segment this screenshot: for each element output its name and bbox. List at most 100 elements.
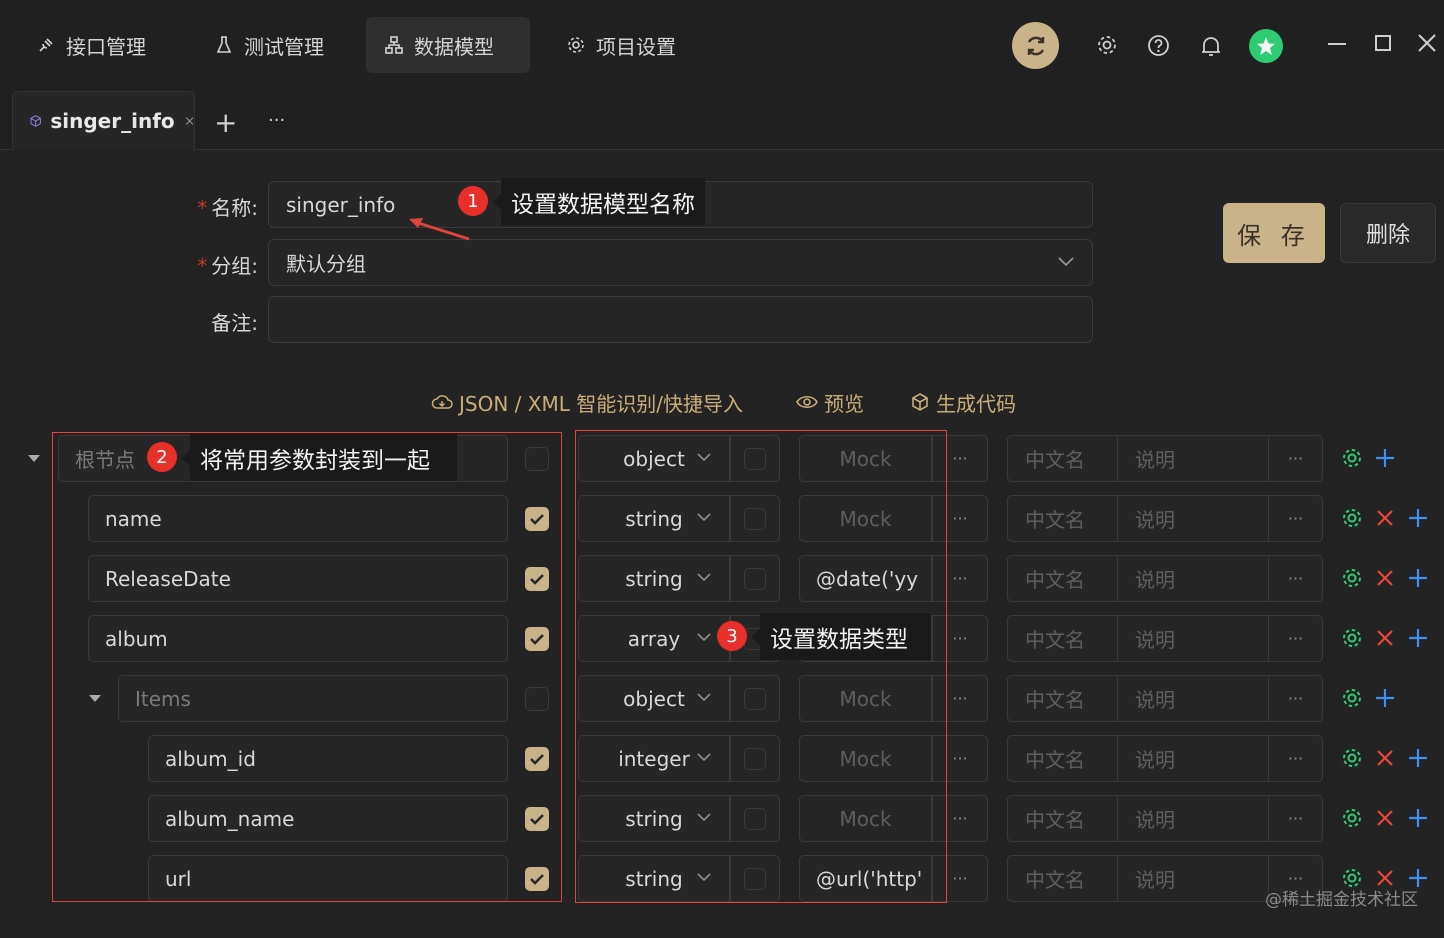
- description-more-button[interactable]: ···: [1268, 675, 1323, 722]
- sync-button[interactable]: [1012, 22, 1059, 69]
- caret-down-icon: [28, 455, 40, 462]
- add-field-icon[interactable]: [1407, 567, 1429, 589]
- add-field-icon[interactable]: [1407, 807, 1429, 829]
- description-placeholder: 说明: [1135, 508, 1175, 532]
- watermark: @稀土掘金技术社区: [1265, 890, 1418, 910]
- delete-field-icon[interactable]: [1374, 807, 1396, 829]
- add-field-icon[interactable]: [1407, 507, 1429, 529]
- cn-name-placeholder: 中文名: [1025, 568, 1085, 592]
- cn-name-input[interactable]: 中文名: [1007, 495, 1118, 542]
- add-field-icon[interactable]: [1407, 627, 1429, 649]
- description-input[interactable]: 说明: [1117, 735, 1269, 782]
- description-input[interactable]: 说明: [1117, 795, 1269, 842]
- more-label: ···: [1287, 449, 1304, 468]
- description-input[interactable]: 说明: [1117, 855, 1269, 902]
- more-label: ···: [952, 509, 968, 528]
- description-more-button[interactable]: ···: [1268, 435, 1323, 482]
- description-placeholder: 说明: [1135, 448, 1175, 472]
- flask-icon: [216, 36, 232, 53]
- description-more-button[interactable]: ···: [1268, 555, 1323, 602]
- required-mark: *: [197, 196, 208, 220]
- minimize-icon[interactable]: [1328, 43, 1346, 45]
- close-icon[interactable]: [185, 114, 194, 128]
- description-more-button[interactable]: ···: [1268, 795, 1323, 842]
- save-button[interactable]: 保 存: [1223, 203, 1325, 263]
- cn-name-placeholder: 中文名: [1025, 508, 1085, 532]
- description-input[interactable]: 说明: [1117, 495, 1269, 542]
- name-label-text: 名称:: [211, 196, 258, 220]
- description-more-button[interactable]: ···: [1268, 735, 1323, 782]
- field-settings-icon[interactable]: [1341, 567, 1363, 589]
- more-label: ···: [952, 689, 968, 708]
- delete-field-icon[interactable]: [1374, 747, 1396, 769]
- expand-toggle[interactable]: [28, 455, 40, 462]
- nav-item-api[interactable]: 接口管理: [18, 17, 164, 73]
- delete-field-icon[interactable]: [1374, 567, 1396, 589]
- nav-item-settings[interactable]: 项目设置: [548, 17, 694, 73]
- description-input[interactable]: 说明: [1117, 615, 1269, 662]
- description-input[interactable]: 说明: [1117, 435, 1269, 482]
- nav-label: 测试管理: [244, 34, 324, 59]
- group-select[interactable]: 默认分组: [268, 239, 1093, 286]
- cloud-import-icon: [431, 395, 453, 409]
- nav-label: 数据模型: [414, 34, 494, 59]
- group-select-value: 默认分组: [286, 252, 366, 276]
- cn-name-input[interactable]: 中文名: [1007, 435, 1118, 482]
- field-settings-icon[interactable]: [1341, 687, 1363, 709]
- tab-singer-info[interactable]: singer_info: [12, 91, 195, 150]
- cn-name-input[interactable]: 中文名: [1007, 675, 1118, 722]
- preview-label: 预览: [824, 391, 864, 416]
- cn-name-input[interactable]: 中文名: [1007, 615, 1118, 662]
- add-tab-button[interactable]: +: [214, 106, 237, 139]
- more-label: ···: [1287, 569, 1304, 588]
- field-settings-icon[interactable]: [1341, 447, 1363, 469]
- add-child-icon[interactable]: [1374, 687, 1396, 709]
- name-label: * 名称:: [188, 192, 258, 221]
- more-label: ···: [952, 869, 968, 888]
- more-label: ···: [952, 449, 968, 468]
- add-field-icon[interactable]: [1407, 747, 1429, 769]
- description-more-button[interactable]: ···: [1268, 495, 1323, 542]
- description-placeholder: 说明: [1135, 868, 1175, 892]
- cn-name-input[interactable]: 中文名: [1007, 795, 1118, 842]
- field-settings-icon[interactable]: [1341, 507, 1363, 529]
- required-mark: *: [197, 254, 208, 278]
- note-input[interactable]: [268, 296, 1093, 343]
- description-more-button[interactable]: ···: [1268, 615, 1323, 662]
- generate-code-button[interactable]: 生成代码: [910, 388, 1016, 416]
- import-label: JSON / XML 智能识别/快捷导入: [459, 391, 743, 416]
- cn-name-placeholder: 中文名: [1025, 628, 1085, 652]
- generate-label: 生成代码: [936, 391, 1016, 416]
- nav-item-test[interactable]: 测试管理: [196, 17, 342, 73]
- cn-name-input[interactable]: 中文名: [1007, 735, 1118, 782]
- description-input[interactable]: 说明: [1117, 675, 1269, 722]
- close-icon[interactable]: [1417, 33, 1437, 57]
- more-label: ···: [952, 629, 968, 648]
- field-settings-icon[interactable]: [1341, 747, 1363, 769]
- tab-more-button[interactable]: ···: [268, 110, 285, 131]
- bell-icon[interactable]: [1198, 33, 1224, 59]
- star-icon: [1257, 37, 1275, 55]
- field-settings-icon[interactable]: [1341, 807, 1363, 829]
- help-icon[interactable]: [1145, 32, 1171, 58]
- delete-field-icon[interactable]: [1374, 507, 1396, 529]
- add-child-icon[interactable]: [1374, 447, 1396, 469]
- description-input[interactable]: 说明: [1117, 555, 1269, 602]
- cn-name-input[interactable]: 中文名: [1007, 855, 1118, 902]
- avatar[interactable]: [1249, 29, 1283, 63]
- preview-button[interactable]: 预览: [796, 388, 864, 416]
- nav-item-data-model[interactable]: 数据模型: [366, 17, 530, 73]
- description-placeholder: 说明: [1135, 628, 1175, 652]
- field-settings-icon[interactable]: [1341, 627, 1363, 649]
- settings-icon[interactable]: [1094, 32, 1120, 58]
- maximize-icon[interactable]: [1375, 35, 1391, 51]
- cn-name-input[interactable]: 中文名: [1007, 555, 1118, 602]
- more-label: ···: [1287, 509, 1304, 528]
- group-label: * 分组:: [188, 250, 258, 279]
- description-placeholder: 说明: [1135, 568, 1175, 592]
- delete-field-icon[interactable]: [1374, 627, 1396, 649]
- plug-icon: [39, 38, 53, 52]
- import-json-xml-button[interactable]: JSON / XML 智能识别/快捷导入: [431, 388, 743, 416]
- cn-name-placeholder: 中文名: [1025, 748, 1085, 772]
- delete-button[interactable]: 删除: [1340, 203, 1436, 263]
